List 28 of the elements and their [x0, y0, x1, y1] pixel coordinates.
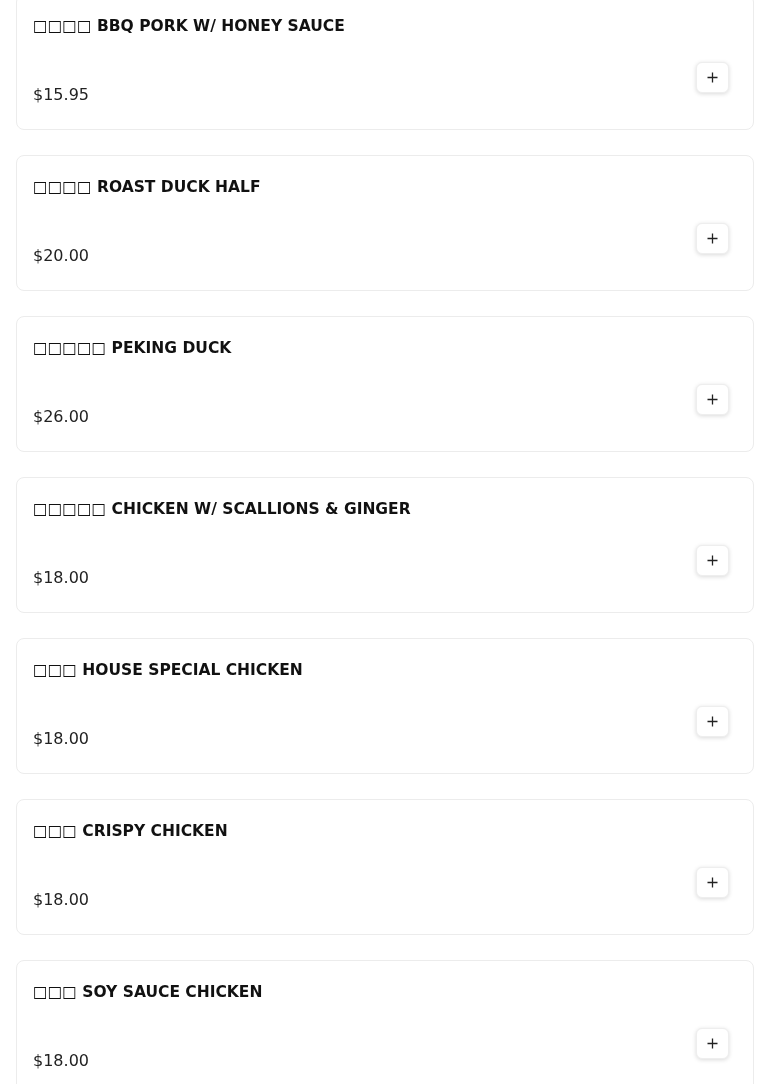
dish-price: $18.00	[33, 567, 89, 589]
plus-icon	[707, 716, 718, 727]
dish-price: $18.00	[33, 889, 89, 911]
dish-name: □□□ HOUSE SPECIAL CHICKEN	[33, 660, 304, 681]
dish-name: □□□□ ROAST DUCK HALF	[33, 177, 262, 198]
add-button[interactable]	[696, 1028, 729, 1059]
plus-icon	[707, 1038, 718, 1049]
plus-icon	[707, 877, 718, 888]
plus-icon	[707, 555, 718, 566]
add-button[interactable]	[696, 706, 729, 737]
add-button[interactable]	[696, 545, 729, 576]
dish-price: $18.00	[33, 728, 89, 750]
add-button[interactable]	[696, 223, 729, 254]
add-button[interactable]	[696, 384, 729, 415]
add-button[interactable]	[696, 867, 729, 898]
dish-price: $26.00	[33, 406, 89, 428]
plus-icon	[707, 72, 718, 83]
dish-price: $15.95	[33, 84, 89, 106]
dish-price: $18.00	[33, 1050, 89, 1072]
dish-name: □□□ SOY SAUCE CHICKEN	[33, 982, 264, 1003]
plus-icon	[707, 233, 718, 244]
plus-icon	[707, 394, 718, 405]
dish-price: $20.00	[33, 245, 89, 267]
add-button[interactable]	[696, 62, 729, 93]
dish-name: □□□□ BBQ PORK W/ HONEY SAUCE	[33, 16, 346, 37]
dish-name: □□□□□ PEKING DUCK	[33, 338, 233, 359]
dish-name: □□□ CRISPY CHICKEN	[33, 821, 229, 842]
dish-name: □□□□□ CHICKEN W/ SCALLIONS & GINGER	[33, 499, 412, 520]
